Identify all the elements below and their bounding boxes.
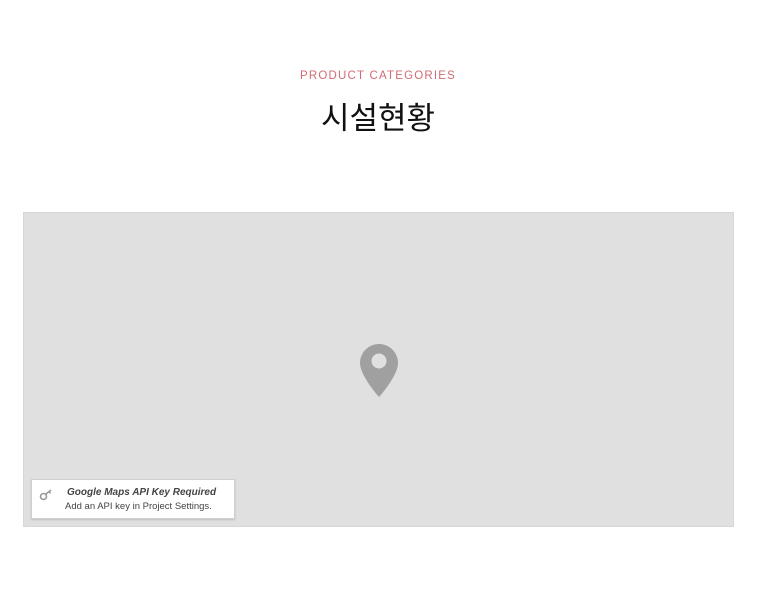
page: PRODUCT CATEGORIES 시설현황 Google Maps API … xyxy=(0,0,762,592)
page-title: 시설현황 xyxy=(320,101,436,137)
api-key-notice-title: Google Maps API Key Required xyxy=(67,487,217,498)
map-pin-icon[interactable] xyxy=(359,343,399,398)
map-embed[interactable]: Google Maps API Key Required Add an API … xyxy=(23,212,734,527)
api-key-notice: Google Maps API Key Required Add an API … xyxy=(31,479,235,519)
section-eyebrow: PRODUCT CATEGORIES xyxy=(300,70,456,82)
api-key-notice-text: Add an API key in Project Settings. xyxy=(65,501,212,512)
key-icon xyxy=(39,489,52,501)
